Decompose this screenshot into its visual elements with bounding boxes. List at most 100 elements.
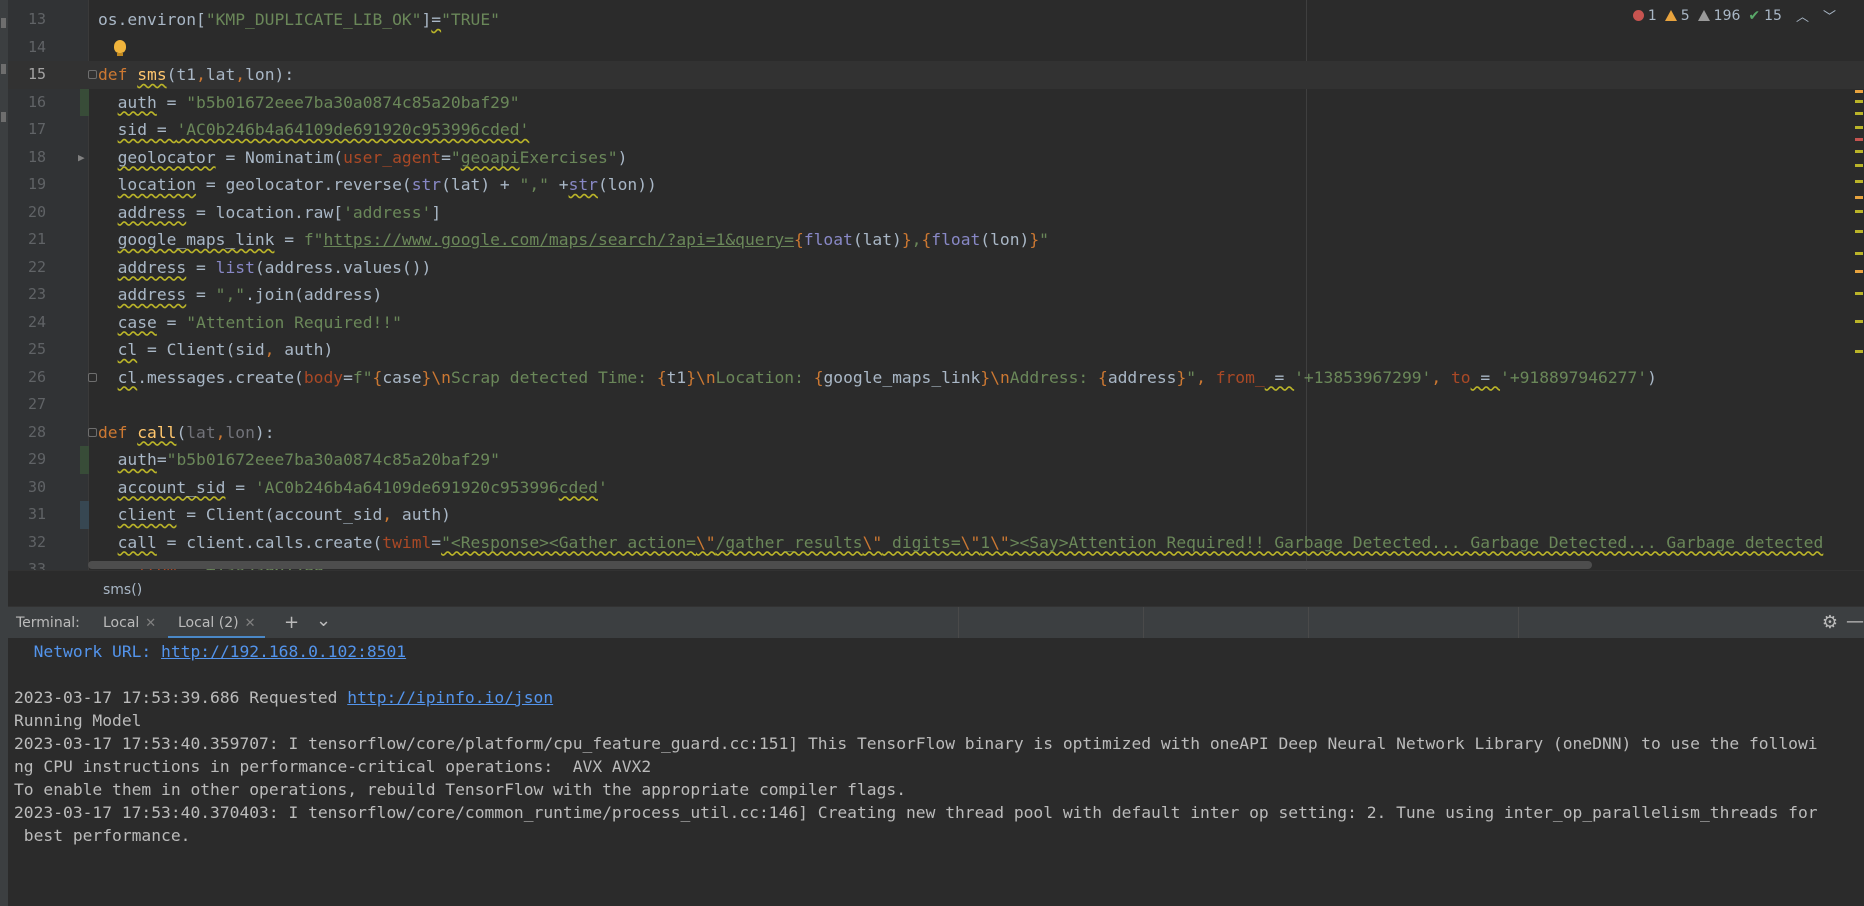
code-line[interactable]: 32 call = client.calls.create(twiml="<Re… bbox=[8, 529, 1864, 557]
code-line[interactable]: 23 address = ",".join(address) bbox=[8, 281, 1864, 309]
line-number: 33 bbox=[27, 560, 46, 570]
line-number: 28 bbox=[27, 422, 46, 441]
terminal-line: best performance. bbox=[14, 826, 191, 845]
weak-warning-icon bbox=[1697, 10, 1710, 21]
code-line[interactable]: 14 bbox=[8, 34, 1864, 62]
line-number: 23 bbox=[27, 285, 46, 303]
line-number: 16 bbox=[27, 92, 46, 111]
code-text: def sms(t1,lat,lon): bbox=[98, 65, 295, 84]
code-text: sid = 'AC0b246b4a64109de691920c953996cde… bbox=[117, 120, 530, 139]
code-text: account_sid = 'AC0b246b4a64109de691920c9… bbox=[117, 477, 608, 497]
code-line[interactable]: 29 auth="b5b01672eee7ba30a0874c85a20baf2… bbox=[8, 446, 1864, 474]
code-line-current[interactable]: 15 def sms(t1,lat,lon): bbox=[8, 61, 1864, 89]
tool-window-marker[interactable] bbox=[1, 64, 6, 74]
line-number: 18 bbox=[27, 147, 46, 166]
code-line[interactable]: 18 ▶ geolocator = Nominatim(user_agent="… bbox=[8, 144, 1864, 172]
new-tab-plus-icon[interactable]: + bbox=[284, 612, 299, 633]
code-text: client = Client(account_sid, auth) bbox=[117, 505, 451, 524]
tab-local-2[interactable]: Local (2) ✕ bbox=[168, 607, 266, 639]
warnings-count-label: 5 bbox=[1680, 7, 1690, 24]
weak-warnings-count[interactable]: 196 bbox=[1697, 8, 1740, 24]
code-text: def call(lat,lon): bbox=[98, 422, 275, 442]
code-line[interactable]: 26 cl.messages.create(body=f"{case}\nScr… bbox=[8, 364, 1864, 392]
line-number: 31 bbox=[27, 505, 46, 523]
fold-end-icon[interactable] bbox=[88, 372, 97, 382]
error-stripe[interactable] bbox=[1854, 30, 1864, 550]
close-icon[interactable]: ✕ bbox=[245, 616, 256, 631]
code-line[interactable]: 17 sid = 'AC0b246b4a64109de691920c953996… bbox=[8, 88, 1864, 144]
breadcrumb-item[interactable]: sms() bbox=[103, 582, 142, 598]
warning-icon bbox=[1664, 10, 1677, 21]
terminal-line: 2023-03-17 17:53:40.370403: I tensorflow… bbox=[14, 803, 1818, 822]
header-divider bbox=[1308, 607, 1309, 639]
chevron-up-icon[interactable]: ︿ bbox=[1796, 6, 1809, 25]
line-number: 26 bbox=[27, 367, 46, 386]
vcs-added-marker[interactable] bbox=[80, 88, 89, 116]
code-line[interactable]: 30 account_sid = 'AC0b246b4a64109de69192… bbox=[8, 474, 1864, 502]
tool-window-marker[interactable] bbox=[1, 112, 6, 122]
terminal-title: Terminal: bbox=[16, 615, 80, 631]
minimize-icon[interactable]: — bbox=[1846, 611, 1864, 632]
code-text: geolocator = Nominatim(user_agent="geoap… bbox=[117, 147, 628, 167]
code-text: address = list(address.values()) bbox=[117, 257, 432, 277]
header-divider bbox=[1143, 607, 1144, 639]
line-number: 22 bbox=[27, 257, 46, 276]
check-icon: ✔ bbox=[1748, 7, 1761, 24]
line-number: 30 bbox=[27, 477, 46, 496]
terminal-text: 2023-03-17 17:53:39.686 Requested bbox=[14, 688, 348, 707]
fold-icon[interactable] bbox=[88, 427, 97, 437]
line-number: 17 bbox=[27, 120, 46, 138]
line-number: 14 bbox=[27, 37, 46, 56]
terminal-output[interactable]: Network URL: http://192.168.0.102:8501 2… bbox=[8, 638, 1864, 906]
inspections-widget[interactable]: 1 5 196 ✔ 15 ︿ ﹀ bbox=[1632, 6, 1836, 25]
code-text: location = geolocator.reverse(str(lat) +… bbox=[117, 175, 657, 194]
close-icon[interactable]: ✕ bbox=[145, 616, 156, 631]
code-line[interactable]: 21 google_maps_link = f"https://www.goog… bbox=[8, 226, 1864, 254]
chevron-down-icon[interactable]: ⌄ bbox=[316, 610, 331, 631]
line-number: 25 bbox=[27, 340, 46, 358]
code-text: cl = Client(sid, auth) bbox=[117, 340, 334, 359]
code-line[interactable]: 20 address = location.raw['address'] bbox=[8, 199, 1864, 227]
code-text: address = location.raw['address'] bbox=[117, 202, 442, 222]
gear-icon[interactable]: ⚙ bbox=[1822, 612, 1838, 633]
request-url-link[interactable]: http://ipinfo.io/json bbox=[347, 688, 553, 707]
header-divider bbox=[1518, 607, 1519, 639]
vcs-added-marker[interactable] bbox=[80, 446, 89, 474]
code-line[interactable]: 24 case = "Attention Required!!" bbox=[8, 309, 1864, 337]
lightbulb-icon[interactable] bbox=[114, 40, 126, 56]
line-number: 20 bbox=[27, 202, 46, 221]
run-arrow-icon[interactable]: ▶ bbox=[78, 151, 85, 164]
line-number: 21 bbox=[27, 230, 46, 248]
typos-count-label: 15 bbox=[1764, 7, 1782, 24]
code-line[interactable]: 22 address = list(address.values()) bbox=[8, 254, 1864, 282]
code-text: case = "Attention Required!!" bbox=[117, 312, 402, 332]
errors-count[interactable]: 1 bbox=[1632, 8, 1657, 24]
breadcrumb[interactable]: sms() bbox=[8, 570, 1864, 609]
network-url-link[interactable]: http://192.168.0.102:8501 bbox=[161, 642, 406, 661]
line-number: 32 bbox=[27, 532, 46, 551]
vcs-modified-marker[interactable] bbox=[80, 501, 89, 529]
line-number: 15 bbox=[27, 65, 46, 83]
code-line[interactable]: 19 location = geolocator.reverse(str(lat… bbox=[8, 171, 1864, 199]
code-line[interactable]: 16 auth = "b5b01672eee7ba30a0874c85a20ba… bbox=[8, 88, 1864, 116]
chevron-down-icon[interactable]: ﹀ bbox=[1823, 6, 1836, 25]
line-number: 19 bbox=[27, 175, 46, 193]
code-text: auth="b5b01672eee7ba30a0874c85a20baf29" bbox=[117, 450, 500, 469]
header-divider bbox=[958, 607, 959, 639]
error-icon bbox=[1632, 10, 1644, 21]
code-line[interactable]: 31 client = Client(account_sid, auth) bbox=[8, 501, 1864, 529]
fold-icon[interactable] bbox=[88, 70, 97, 79]
code-line[interactable]: 13 os.environ["KMP_DUPLICATE_LIB_OK"]="T… bbox=[8, 6, 1864, 34]
horizontal-scrollbar[interactable] bbox=[88, 561, 1592, 569]
typos-count[interactable]: ✔ 15 bbox=[1748, 8, 1782, 24]
code-text: os.environ["KMP_DUPLICATE_LIB_OK"]="TRUE… bbox=[98, 10, 500, 29]
code-line[interactable]: 25 cl = Client(sid, auth) bbox=[8, 336, 1864, 364]
tab-label: Local (2) bbox=[178, 615, 239, 631]
warnings-count[interactable]: 5 bbox=[1664, 7, 1690, 24]
code-line[interactable]: 27 bbox=[8, 391, 1864, 419]
code-text: address = ",".join(address) bbox=[117, 285, 383, 304]
code-editor[interactable]: 13 os.environ["KMP_DUPLICATE_LIB_OK"]="T… bbox=[8, 0, 1864, 570]
tool-window-marker[interactable] bbox=[1, 18, 6, 28]
code-line[interactable]: 28 def call(lat,lon): bbox=[8, 419, 1864, 447]
tab-local[interactable]: Local ✕ bbox=[93, 607, 166, 639]
